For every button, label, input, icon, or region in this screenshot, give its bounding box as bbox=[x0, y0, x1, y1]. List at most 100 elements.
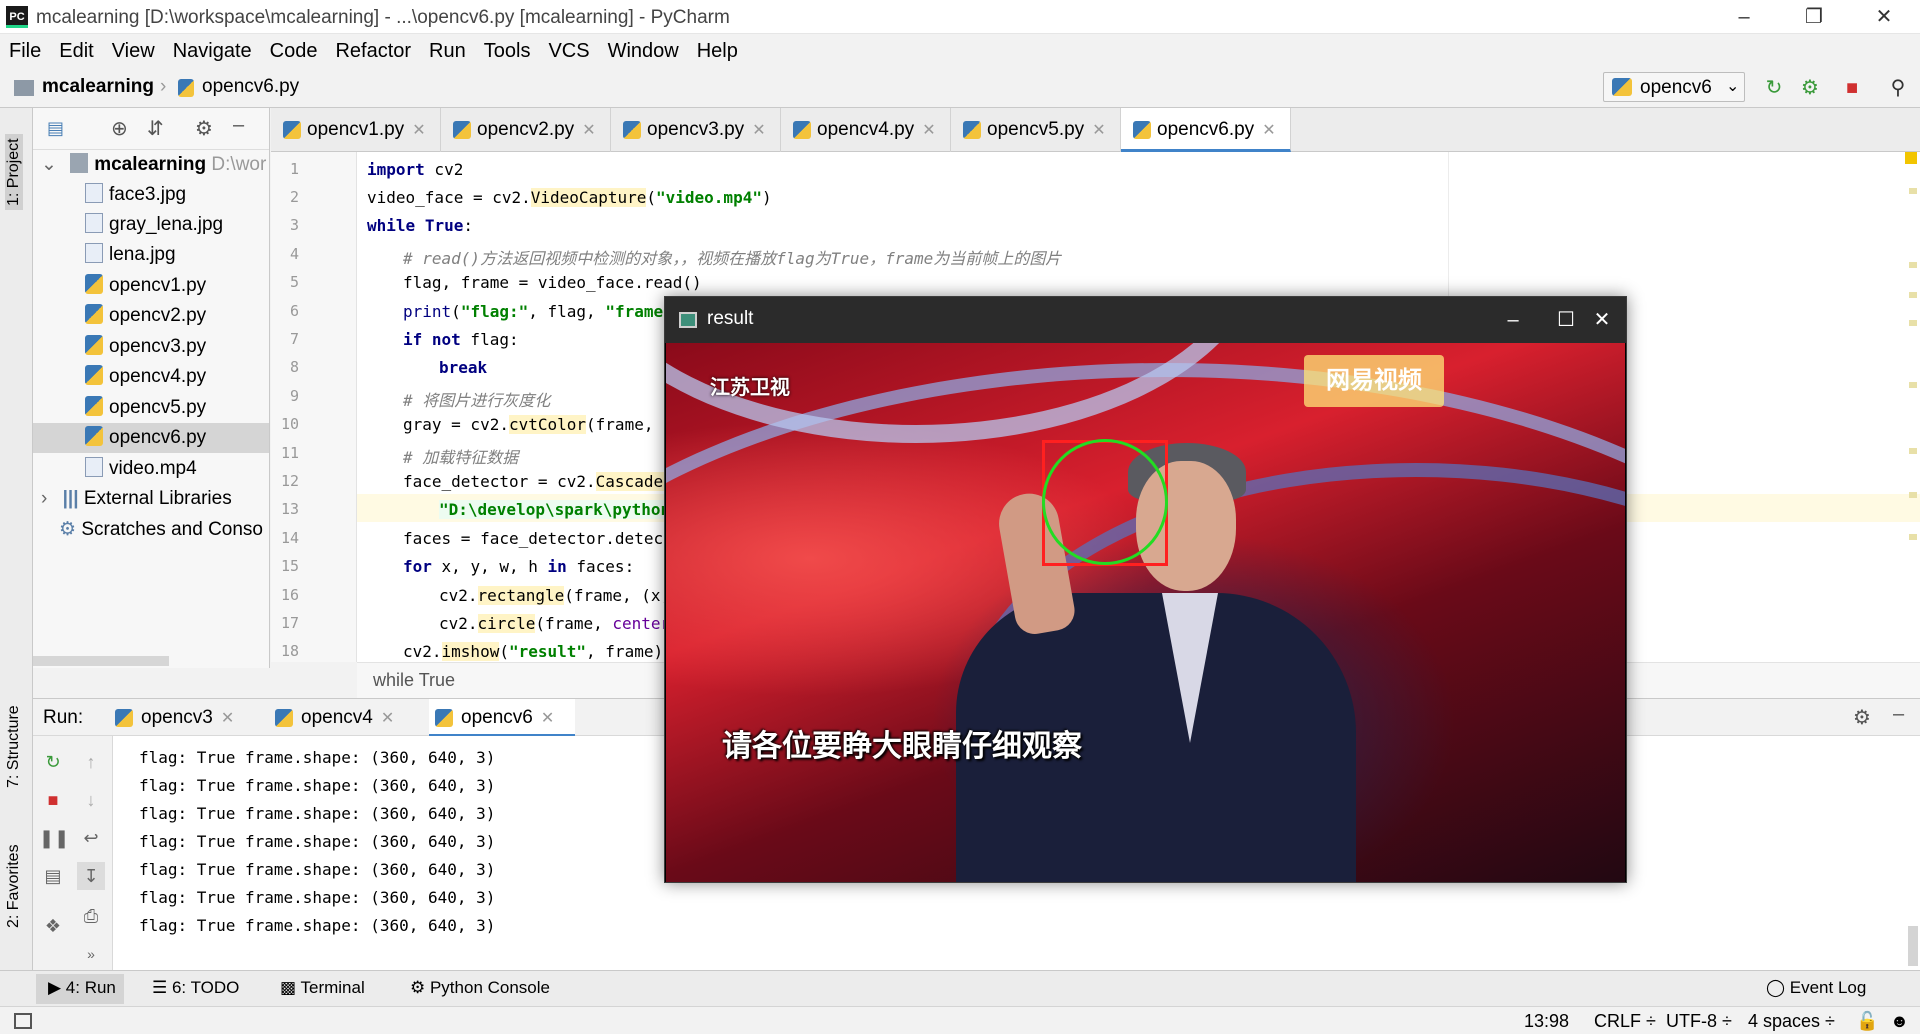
hide-panel-icon[interactable]: – bbox=[1893, 703, 1904, 726]
warning-stripe-mark[interactable] bbox=[1909, 292, 1917, 298]
tree-item-lena[interactable]: lena.jpg bbox=[33, 240, 269, 270]
menu-window[interactable]: Window bbox=[599, 34, 688, 66]
inspection-status-icon[interactable] bbox=[1905, 152, 1917, 164]
menu-vcs[interactable]: VCS bbox=[539, 34, 598, 66]
breadcrumb-project[interactable]: mcalearning bbox=[42, 76, 154, 98]
tree-item-gray-lena[interactable]: gray_lena.jpg bbox=[33, 210, 269, 240]
file-encoding[interactable]: UTF-8 ÷ bbox=[1666, 1011, 1732, 1032]
horizontal-scrollbar[interactable] bbox=[33, 656, 169, 666]
caret-position[interactable]: 13:98 bbox=[1524, 1011, 1569, 1032]
warning-stripe-mark[interactable] bbox=[1909, 448, 1917, 454]
tree-item-opencv6[interactable]: opencv6.py bbox=[33, 423, 269, 453]
minimize-icon[interactable]: – bbox=[1496, 303, 1530, 337]
menu-file[interactable]: File bbox=[0, 34, 50, 66]
warning-stripe-mark[interactable] bbox=[1909, 188, 1917, 194]
menu-help[interactable]: Help bbox=[688, 34, 747, 66]
close-icon[interactable]: ✕ bbox=[1854, 0, 1914, 34]
close-tab-icon[interactable]: ✕ bbox=[922, 122, 935, 139]
close-tab-icon[interactable]: ✕ bbox=[1262, 122, 1275, 139]
run-tab-opencv3[interactable]: opencv3 ✕ bbox=[109, 699, 234, 737]
tree-item-opencv2[interactable]: opencv2.py bbox=[33, 301, 269, 331]
favorites-tool-button[interactable]: 2: Favorites bbox=[5, 844, 23, 928]
tree-item-opencv1[interactable]: opencv1.py bbox=[33, 271, 269, 301]
close-icon[interactable]: ✕ bbox=[1585, 303, 1619, 337]
result-window[interactable]: result – ☐ ✕ 江苏卫视 网易视频 请各位要睁大眼睛仔细观察 bbox=[664, 296, 1627, 883]
maximize-icon[interactable]: ☐ bbox=[1549, 303, 1583, 337]
gear-icon[interactable]: ⚙ bbox=[195, 116, 213, 141]
console-scrollbar[interactable] bbox=[1908, 926, 1918, 966]
project-tool-button[interactable]: 1: Project bbox=[5, 134, 23, 210]
menu-edit[interactable]: Edit bbox=[50, 34, 102, 66]
close-tab-icon[interactable]: ✕ bbox=[582, 122, 595, 139]
layout-icon[interactable]: ▤ bbox=[39, 862, 67, 890]
menu-tools[interactable]: Tools bbox=[475, 34, 540, 66]
menu-navigate[interactable]: Navigate bbox=[164, 34, 261, 66]
tree-item-external-libraries[interactable]: › ||| External Libraries bbox=[33, 484, 269, 514]
indent-setting[interactable]: 4 spaces ÷ bbox=[1748, 1011, 1835, 1032]
close-tab-icon[interactable]: ✕ bbox=[752, 122, 765, 139]
close-tab-icon[interactable]: ✕ bbox=[221, 710, 234, 727]
menu-code[interactable]: Code bbox=[261, 34, 327, 66]
tree-item-opencv5[interactable]: opencv5.py bbox=[33, 393, 269, 423]
project-view-icon[interactable]: ▤ bbox=[47, 118, 64, 139]
inspector-icon[interactable]: ☻ bbox=[1890, 1011, 1909, 1032]
tab-opencv5[interactable]: opencv5.py ✕ bbox=[951, 108, 1121, 152]
tree-item-face3[interactable]: face3.jpg bbox=[33, 180, 269, 210]
warning-stripe-mark[interactable] bbox=[1909, 382, 1917, 388]
stop-icon[interactable]: ■ bbox=[39, 786, 67, 814]
gear-icon[interactable]: ⚙ bbox=[1853, 705, 1871, 730]
tree-item-video[interactable]: video.mp4 bbox=[33, 454, 269, 484]
tree-item-opencv3[interactable]: opencv3.py bbox=[33, 332, 269, 362]
tab-opencv3[interactable]: opencv3.py ✕ bbox=[611, 108, 781, 152]
terminal-tool-button[interactable]: ▩ Terminal bbox=[280, 978, 365, 998]
tree-root[interactable]: ⌄ mcalearning D:\wor bbox=[33, 150, 269, 180]
arrow-up-icon[interactable]: ↑ bbox=[77, 748, 105, 776]
python-console-tool-button[interactable]: ⚙ Python Console bbox=[410, 978, 550, 998]
stop-icon[interactable]: ■ bbox=[1840, 76, 1864, 100]
warning-stripe-mark[interactable] bbox=[1909, 320, 1917, 326]
event-log-tool-button[interactable]: ◯ Event Log bbox=[1766, 978, 1866, 998]
close-tab-icon[interactable]: ✕ bbox=[541, 710, 554, 727]
print-icon[interactable]: ⎙ bbox=[77, 902, 105, 930]
rerun-icon[interactable]: ↻ bbox=[1762, 76, 1786, 100]
warning-stripe-mark[interactable] bbox=[1909, 534, 1917, 540]
tab-opencv1[interactable]: opencv1.py ✕ bbox=[271, 108, 441, 152]
more-icon[interactable]: » bbox=[77, 940, 105, 968]
line-separator[interactable]: CRLF ÷ bbox=[1594, 1011, 1656, 1032]
menu-run[interactable]: Run bbox=[420, 34, 475, 66]
tab-opencv4[interactable]: opencv4.py ✕ bbox=[781, 108, 951, 152]
soft-wrap-icon[interactable]: ↩ bbox=[77, 824, 105, 852]
lock-icon[interactable]: 🔓 bbox=[1856, 1011, 1878, 1032]
pause-icon[interactable]: ❚❚ bbox=[39, 824, 69, 852]
run-tab-opencv6[interactable]: opencv6 ✕ bbox=[429, 699, 575, 737]
run-tab-opencv4[interactable]: opencv4 ✕ bbox=[269, 699, 394, 737]
breadcrumb-file[interactable]: opencv6.py bbox=[202, 76, 299, 98]
tab-opencv6[interactable]: opencv6.py ✕ bbox=[1121, 108, 1291, 152]
toggle-tool-windows-icon[interactable] bbox=[14, 1013, 32, 1029]
minimize-icon[interactable]: – bbox=[1714, 0, 1774, 34]
rerun-icon[interactable]: ↻ bbox=[39, 748, 67, 776]
run-tool-button[interactable]: ▶ 4: Run bbox=[36, 974, 124, 1004]
arrow-down-icon[interactable]: ↓ bbox=[77, 786, 105, 814]
pin-icon[interactable]: ❖ bbox=[39, 912, 67, 940]
menu-view[interactable]: View bbox=[103, 34, 164, 66]
close-tab-icon[interactable]: ✕ bbox=[1092, 122, 1105, 139]
warning-stripe-mark[interactable] bbox=[1909, 262, 1917, 268]
restore-icon[interactable]: ❐ bbox=[1784, 0, 1844, 34]
run-config-select[interactable]: opencv6 ⌄ bbox=[1603, 72, 1745, 102]
structure-tool-button[interactable]: 7: Structure bbox=[5, 705, 23, 788]
hide-panel-icon[interactable]: – bbox=[233, 114, 244, 137]
menu-refactor[interactable]: Refactor bbox=[326, 34, 420, 66]
scroll-to-end-icon[interactable]: ↧ bbox=[77, 862, 105, 890]
close-tab-icon[interactable]: ✕ bbox=[412, 122, 425, 139]
tree-item-opencv4[interactable]: opencv4.py bbox=[33, 362, 269, 392]
editor-breadcrumb[interactable]: while True bbox=[373, 670, 455, 691]
close-tab-icon[interactable]: ✕ bbox=[381, 710, 394, 727]
todo-tool-button[interactable]: ☰ 6: TODO bbox=[152, 978, 239, 998]
warning-stripe-mark[interactable] bbox=[1909, 492, 1917, 498]
tab-opencv2[interactable]: opencv2.py ✕ bbox=[441, 108, 611, 152]
locate-icon[interactable]: ⊕ bbox=[111, 116, 128, 141]
collapse-icon[interactable]: ⇵ bbox=[147, 116, 164, 141]
search-icon[interactable]: ⚲ bbox=[1886, 76, 1910, 100]
result-title-bar[interactable]: result – ☐ ✕ bbox=[665, 297, 1626, 343]
